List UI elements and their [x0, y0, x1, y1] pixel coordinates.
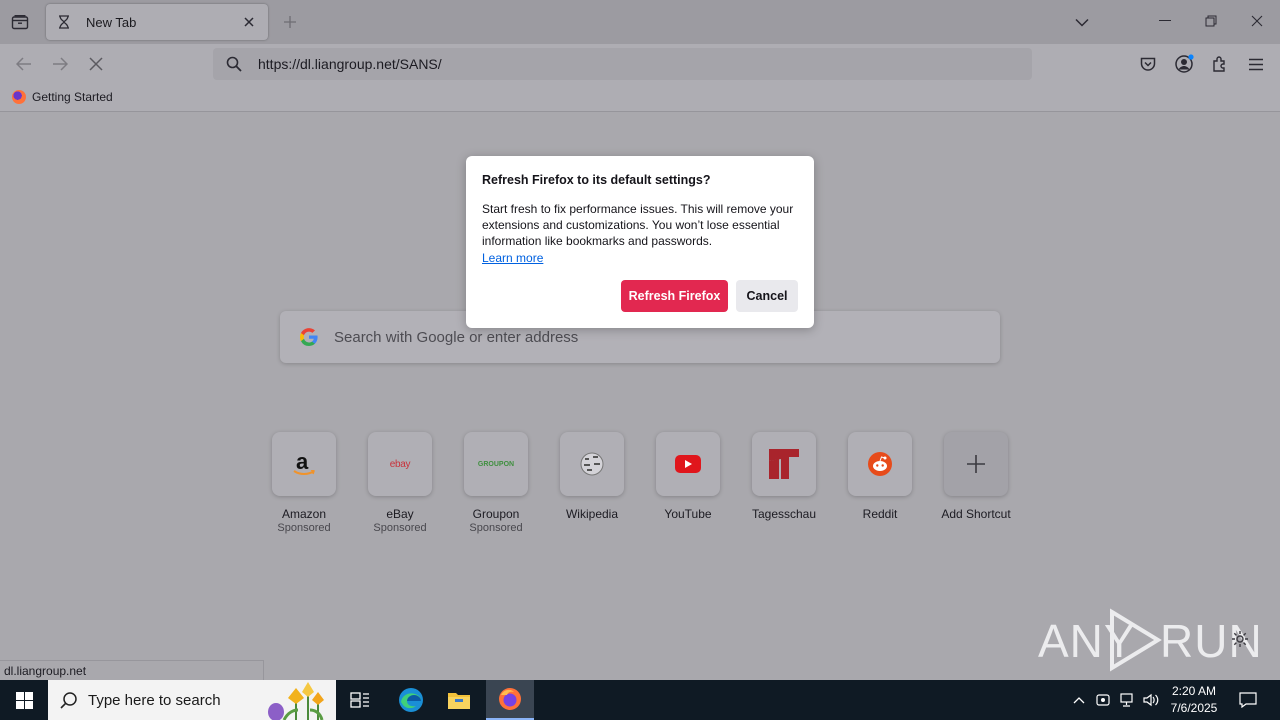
youtube-play-icon [675, 455, 701, 473]
add-plus-icon [967, 455, 985, 473]
search-icon [60, 692, 77, 709]
list-all-tabs-chevron-icon[interactable] [1072, 12, 1092, 32]
bookmark-label: Getting Started [32, 90, 113, 104]
microsoft-edge-icon[interactable] [387, 680, 435, 720]
tab-strip: New Tab [0, 0, 1280, 44]
anyrun-watermark: ANY RUN [1038, 606, 1262, 674]
stop-loading-icon[interactable] [84, 52, 108, 76]
shortcut-add[interactable]: Add Shortcut [928, 432, 1024, 521]
taskbar-clock[interactable]: 2:20 AM 7/6/2025 [1164, 683, 1224, 717]
clock-time: 2:20 AM [1171, 684, 1217, 698]
groupon-logo-icon: GROUPON [477, 460, 515, 468]
play-triangle-icon [1110, 608, 1162, 672]
file-explorer-icon[interactable] [435, 680, 483, 720]
ebay-logo-icon: ebay [389, 458, 411, 470]
shortcut-tile[interactable] [944, 432, 1008, 496]
learn-more-link[interactable]: Learn more [482, 250, 543, 266]
shortcut-tile[interactable]: ebay [368, 432, 432, 496]
extensions-puzzle-icon[interactable] [1209, 53, 1231, 75]
tray-overflow-chevron-icon[interactable] [1069, 690, 1089, 710]
reddit-alien-icon [868, 452, 892, 476]
account-icon[interactable] [1173, 53, 1195, 75]
shortcut-tile[interactable] [656, 432, 720, 496]
wikipedia-globe-icon [580, 452, 604, 476]
search-highlight-flowers-icon [268, 682, 324, 720]
shortcut-wikipedia[interactable]: Wikipedia [544, 432, 640, 521]
bookmark-getting-started[interactable]: Getting Started [12, 90, 113, 104]
windows-taskbar: Type here to search 2:20 AM 7/6/2025 [0, 680, 1280, 720]
hamburger-menu-icon[interactable] [1245, 53, 1267, 75]
search-placeholder: Search with Google or enter address [334, 328, 579, 346]
google-logo-icon [300, 328, 318, 346]
shortcut-label: Wikipedia [565, 507, 619, 521]
sponsored-label: Sponsored [277, 522, 331, 534]
close-tab-icon[interactable] [240, 13, 258, 31]
refresh-firefox-button[interactable]: Refresh Firefox [621, 280, 728, 312]
shortcut-tile[interactable]: GROUPON [464, 432, 528, 496]
shortcut-label: Groupon [472, 507, 520, 521]
loading-hourglass-icon [56, 14, 72, 30]
shortcut-tile[interactable] [560, 432, 624, 496]
tab-new-tab[interactable]: New Tab [46, 4, 268, 40]
shortcut-tile[interactable] [752, 432, 816, 496]
shortcut-youtube[interactable]: YouTube [640, 432, 736, 521]
address-bar[interactable]: https://dl.liangroup.net/SANS/ [213, 48, 1032, 80]
forward-arrow-icon[interactable] [48, 52, 72, 76]
back-arrow-icon[interactable] [12, 52, 36, 76]
task-view-icon[interactable] [336, 680, 384, 720]
shortcut-groupon[interactable]: GROUPON Groupon Sponsored [448, 432, 544, 535]
clock-date: 7/6/2025 [1170, 701, 1218, 715]
tab-title: New Tab [86, 14, 137, 30]
new-tab-plus-icon[interactable] [280, 12, 300, 32]
shortcut-reddit[interactable]: Reddit [832, 432, 928, 521]
taskbar-search-box[interactable]: Type here to search [48, 680, 336, 720]
volume-icon[interactable] [1141, 690, 1161, 710]
shortcut-label: Add Shortcut [941, 507, 1011, 521]
shortcut-label: YouTube [664, 507, 712, 521]
shortcut-ebay[interactable]: ebay eBay Sponsored [352, 432, 448, 535]
close-window-icon[interactable] [1246, 10, 1268, 32]
bookmarks-toolbar: Getting Started [0, 84, 1280, 112]
minimize-window-icon[interactable] [1154, 10, 1176, 32]
shortcut-tagesschau[interactable]: Tagesschau [736, 432, 832, 521]
pocket-icon[interactable] [1137, 53, 1159, 75]
notification-center-icon[interactable] [1237, 690, 1259, 710]
dialog-title: Refresh Firefox to its default settings? [482, 173, 711, 187]
dialog-message: Start fresh to fix performance issues. T… [482, 202, 794, 248]
shortcut-tile[interactable] [848, 432, 912, 496]
sponsored-label: Sponsored [469, 522, 523, 534]
search-icon [225, 55, 243, 73]
status-url: dl.liangroup.net [0, 660, 264, 680]
taskbar-search-placeholder: Type here to search [88, 691, 221, 709]
tagesschau-logo-icon [769, 449, 799, 479]
shortcut-tile[interactable]: a [272, 432, 336, 496]
shortcut-label: Tagesschau [751, 507, 817, 521]
shortcut-amazon[interactable]: a Amazon Sponsored [256, 432, 352, 535]
refresh-firefox-dialog: Refresh Firefox to its default settings?… [466, 156, 814, 328]
meet-now-icon[interactable] [1093, 690, 1113, 710]
cancel-button[interactable]: Cancel [736, 280, 798, 312]
amazon-logo-icon: a [292, 449, 316, 477]
url-text[interactable]: https://dl.liangroup.net/SANS/ [258, 56, 442, 72]
shortcut-label: Amazon [281, 507, 327, 521]
firefox-logo-icon [12, 90, 26, 104]
restore-window-icon[interactable] [1200, 10, 1222, 32]
gear-icon [1232, 631, 1248, 647]
firefox-taskbar-icon[interactable] [486, 680, 534, 720]
shortcut-label: eBay [386, 507, 414, 521]
windows-start-icon[interactable] [0, 680, 48, 720]
shortcut-label: Reddit [862, 507, 898, 521]
navigation-toolbar: https://dl.liangroup.net/SANS/ [0, 44, 1280, 84]
sponsored-label: Sponsored [373, 522, 427, 534]
firefox-view-icon[interactable] [6, 8, 34, 36]
network-icon[interactable] [1117, 690, 1137, 710]
